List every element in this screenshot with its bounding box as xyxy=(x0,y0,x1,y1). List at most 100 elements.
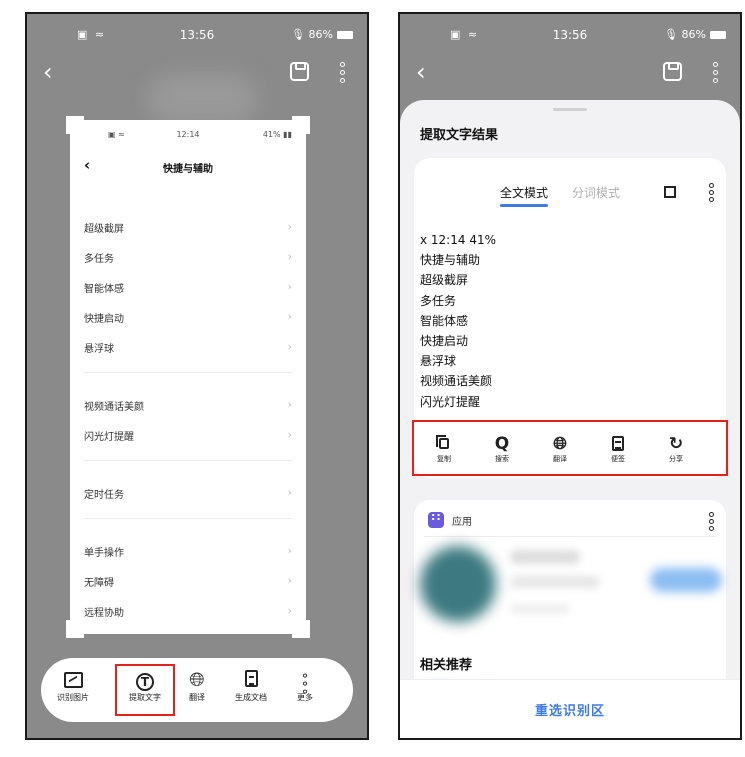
captured-row: 快捷启动 › xyxy=(84,310,292,325)
mic-icon: 🎙 xyxy=(291,28,306,41)
text-line: 多任务 xyxy=(420,293,457,308)
more-vertical-icon[interactable] xyxy=(713,62,718,86)
sheet-title: 提取文字结果 xyxy=(420,128,499,143)
status-bar: ▣ ≈ 13:56 🎙 86% xyxy=(400,28,740,48)
translate-button[interactable]: 🌐︎ 翻译 xyxy=(171,668,223,703)
divider xyxy=(424,536,716,537)
divider xyxy=(84,372,292,373)
more-icon: ⚬ ⚬ ⚬ xyxy=(299,669,311,699)
text-line: x 12:14 41% xyxy=(420,233,496,247)
captured-row: 超级截屏 › xyxy=(84,220,292,235)
battery-indicator: 🎙 86% xyxy=(664,28,726,41)
status-time: 13:56 xyxy=(179,28,215,42)
action-label: 搜索 xyxy=(495,455,509,463)
captured-row: 远程协助 › xyxy=(84,604,292,619)
action-label: 便签 xyxy=(611,455,625,463)
blurred-app-button[interactable] xyxy=(650,568,722,592)
note-button[interactable]: 便签 xyxy=(598,434,638,464)
action-label: 分享 xyxy=(669,455,683,463)
blurred-background xyxy=(147,74,257,124)
text-line: 视频通话美颜 xyxy=(420,374,493,389)
save-icon[interactable] xyxy=(663,62,682,81)
reselect-region-button[interactable]: 重选识别区 xyxy=(535,700,605,719)
captured-row: 无障碍 › xyxy=(84,574,292,589)
divider xyxy=(84,518,292,519)
captured-row: 智能体感 › xyxy=(84,280,292,295)
copy-icon xyxy=(436,435,449,449)
phone-right-screen: ▣ ≈ 13:56 🎙 86% ‹ 提取文字结果 全文模式 分词模式 x 12:… xyxy=(398,12,742,740)
generate-document-button[interactable]: 生成文档 xyxy=(225,668,277,703)
captured-row: 闪光灯提醒 › xyxy=(84,428,292,443)
chevron-right-icon: › xyxy=(287,604,292,617)
note-icon xyxy=(612,436,624,451)
tool-label: 更多 xyxy=(297,693,313,702)
save-icon[interactable] xyxy=(290,62,309,81)
app-section-label: 应用 xyxy=(452,517,472,528)
divider xyxy=(84,460,292,461)
captured-row: 单手操作 › xyxy=(84,544,292,559)
action-label: 翻译 xyxy=(553,455,567,463)
chevron-right-icon: › xyxy=(287,280,292,293)
expand-icon[interactable] xyxy=(664,186,676,198)
status-bar: ▣ ≈ 13:56 🎙 86% xyxy=(27,28,367,48)
captured-status-bar: ▣ ≈ 12:14 41% ▮▮ xyxy=(70,130,306,142)
captured-battery: 41% ▮▮ xyxy=(262,130,292,139)
globe-icon: 🌐︎ xyxy=(553,434,567,454)
blurred-app-icon[interactable] xyxy=(420,546,496,622)
battery-level: 86% xyxy=(681,28,706,41)
capture-region[interactable]: ▣ ≈ 12:14 41% ▮▮ ‹ 快捷与辅助 超级截屏 › 多任务 › 智能体感… xyxy=(66,116,310,638)
captured-row: 多任务 › xyxy=(84,250,292,265)
action-bar: 复制 Q 搜索 🌐︎ 翻译 便签 ↻ 分享 xyxy=(412,420,728,476)
tool-label: 翻译 xyxy=(189,693,205,702)
back-arrow-icon[interactable]: ‹ xyxy=(416,60,426,84)
chevron-right-icon: › xyxy=(287,574,292,587)
translate-button[interactable]: 🌐︎ 翻译 xyxy=(540,434,580,464)
chevron-right-icon: › xyxy=(287,398,292,411)
drag-handle[interactable] xyxy=(553,108,587,111)
captured-status-time: 12:14 xyxy=(176,130,200,139)
more-vertical-icon[interactable] xyxy=(709,183,714,204)
highlight-box xyxy=(115,664,175,716)
chevron-right-icon: › xyxy=(287,310,292,323)
more-vertical-icon[interactable] xyxy=(709,512,714,533)
status-time: 13:56 xyxy=(552,28,588,42)
blurred-app-meta xyxy=(510,604,570,614)
share-button[interactable]: ↻ 分享 xyxy=(656,434,696,464)
tab-full-text[interactable]: 全文模式 xyxy=(500,184,549,207)
battery-level: 86% xyxy=(308,28,333,41)
tool-label: 生成文档 xyxy=(235,693,267,702)
more-button[interactable]: ⚬ ⚬ ⚬ 更多 xyxy=(279,668,331,703)
mic-icon: 🎙 xyxy=(664,28,679,41)
chevron-right-icon: › xyxy=(287,250,292,263)
back-arrow-icon[interactable]: ‹ xyxy=(43,60,53,84)
captured-row: 视频通话美颜 › xyxy=(84,398,292,413)
captured-row: 悬浮球 › xyxy=(84,340,292,355)
text-line: 智能体感 xyxy=(420,313,469,328)
result-sheet: 提取文字结果 全文模式 分词模式 x 12:14 41% 快捷与辅助 超级截屏 … xyxy=(400,100,740,738)
mode-tabs: 全文模式 分词模式 xyxy=(414,183,726,208)
captured-title: 快捷与辅助 xyxy=(163,164,213,175)
extracted-text[interactable]: x 12:14 41% 快捷与辅助 超级截屏 多任务 智能体感 快捷启动 悬浮球… xyxy=(420,230,496,412)
copy-button[interactable]: 复制 xyxy=(424,434,464,464)
result-card: 全文模式 分词模式 x 12:14 41% 快捷与辅助 超级截屏 多任务 智能体… xyxy=(412,158,728,478)
text-line: 快捷与辅助 xyxy=(420,253,481,268)
search-button[interactable]: Q 搜索 xyxy=(482,434,522,464)
bottom-toolbar: 识别图片 T 提取文字 🌐︎ 翻译 生成文档 ⚬ ⚬ ⚬ 更多 xyxy=(41,658,353,722)
tab-word-split[interactable]: 分词模式 xyxy=(572,184,620,201)
status-icons: ▣ ≈ xyxy=(77,28,107,41)
recognize-image-button[interactable]: 识别图片 xyxy=(47,668,99,703)
crop-handle-bottom-right[interactable] xyxy=(292,620,310,638)
related-title: 相关推荐 xyxy=(420,658,473,673)
more-vertical-icon[interactable] xyxy=(340,62,345,86)
tool-label: 识别图片 xyxy=(57,693,89,702)
crop-handle-bottom-left[interactable] xyxy=(66,620,84,638)
captured-row: 定时任务 › xyxy=(84,486,292,501)
globe-icon: 🌐︎ xyxy=(189,669,205,691)
battery-icon xyxy=(710,31,726,39)
share-icon: ↻ xyxy=(668,434,684,454)
apps-icon xyxy=(428,510,444,528)
chevron-right-icon: › xyxy=(287,340,292,353)
phone-left-screen: ▣ ≈ 13:56 🎙 86% ‹ ▣ ≈ 12:14 41% ▮▮ ‹ 快捷与… xyxy=(25,12,369,740)
text-line: 快捷启动 xyxy=(420,334,469,349)
status-icons: ▣ ≈ xyxy=(450,28,480,41)
